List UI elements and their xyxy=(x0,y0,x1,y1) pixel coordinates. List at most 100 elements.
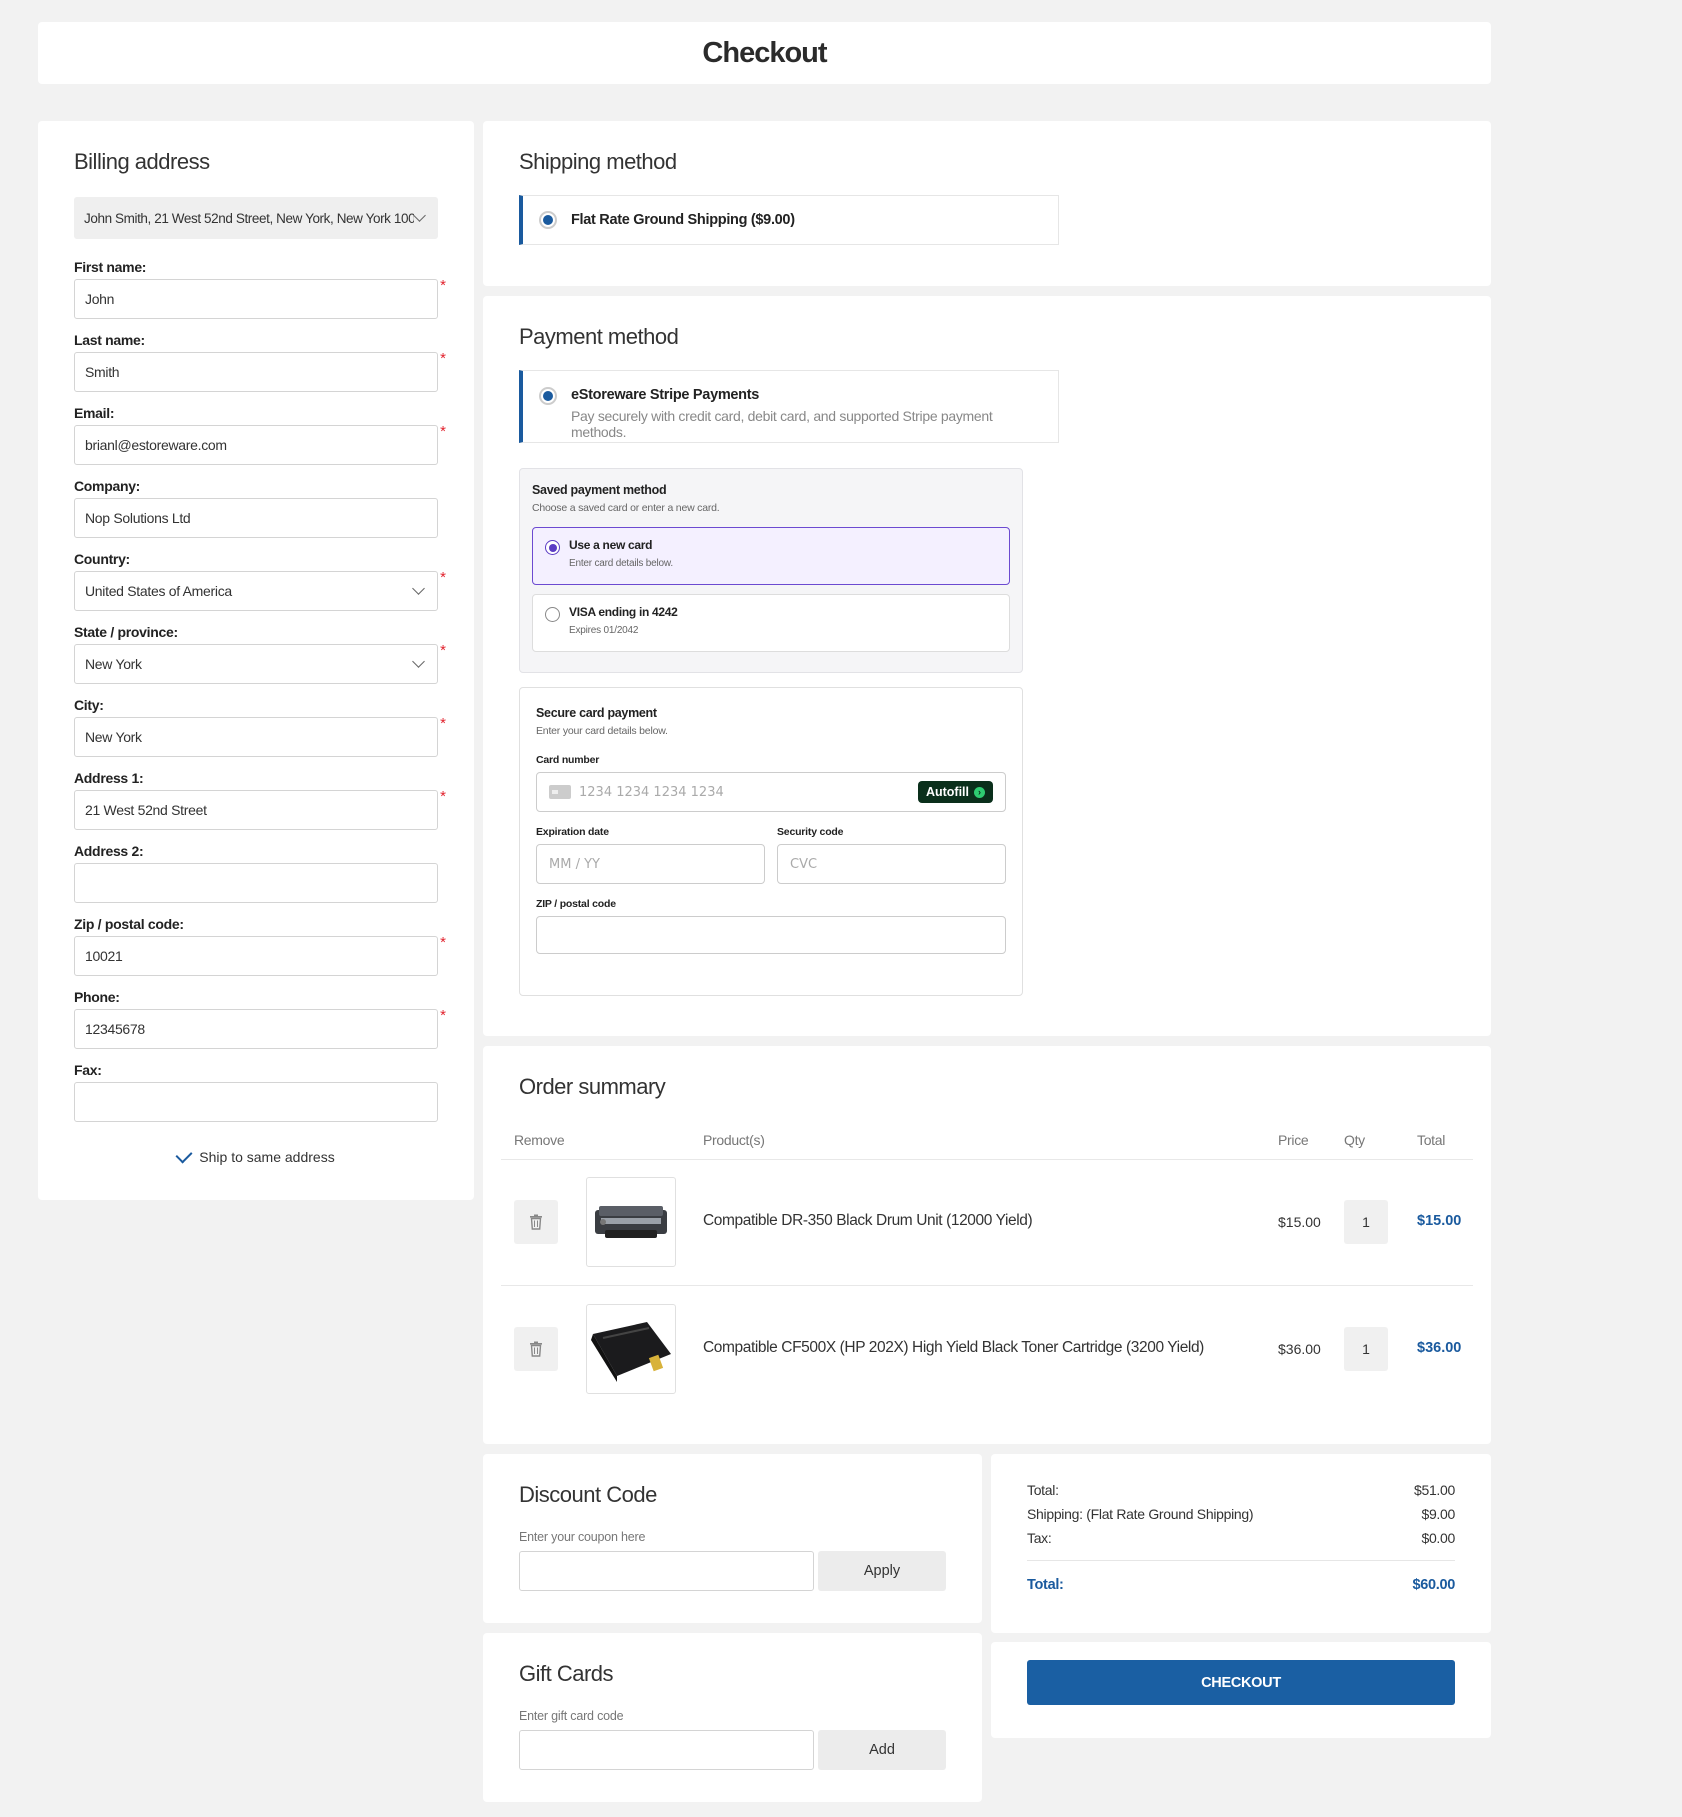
col-price: Price xyxy=(1278,1132,1309,1148)
last-name-input[interactable]: Smith xyxy=(74,352,438,392)
coupon-input[interactable] xyxy=(519,1551,814,1591)
security-code-input[interactable]: CVC xyxy=(777,844,1006,884)
secure-title: Secure card payment xyxy=(536,706,657,720)
city-value: New York xyxy=(85,729,142,745)
subtotal-value: $51.00 xyxy=(1413,1482,1455,1498)
autofill-button[interactable]: Autofill › xyxy=(917,781,993,803)
radio-selected-icon[interactable] xyxy=(545,540,560,555)
required-marker: * xyxy=(440,569,446,586)
shipping-option[interactable]: Flat Rate Ground Shipping ($9.00) xyxy=(519,195,1059,245)
required-marker: * xyxy=(440,350,446,367)
credit-card-icon xyxy=(549,785,571,799)
card-zip-input[interactable] xyxy=(536,916,1006,954)
address2-label: Address 2: xyxy=(74,843,144,859)
discount-hint: Enter your coupon here xyxy=(519,1530,646,1544)
first-name-label: First name: xyxy=(74,259,147,275)
order-summary-section: Order summary Remove Product(s) Price Qt… xyxy=(483,1046,1491,1444)
radio-unselected-icon[interactable] xyxy=(545,607,560,622)
radio-selected-icon[interactable] xyxy=(539,211,557,229)
company-field: Company: Nop Solutions Ltd xyxy=(74,478,438,538)
product-name[interactable]: Compatible DR-350 Black Drum Unit (12000… xyxy=(703,1212,1033,1230)
secure-subtitle: Enter your card details below. xyxy=(536,725,668,737)
address1-input[interactable]: 21 West 52nd Street xyxy=(74,790,438,830)
first-name-input[interactable]: John xyxy=(74,279,438,319)
payment-option-name: eStoreware Stripe Payments xyxy=(571,387,760,403)
billing-address-select[interactable]: John Smith, 21 West 52nd Street, New Yor… xyxy=(74,197,438,239)
order-summary-title: Order summary xyxy=(519,1074,666,1099)
quantity-input[interactable]: 1 xyxy=(1344,1200,1388,1244)
secure-card-panel: Secure card payment Enter your card deta… xyxy=(519,687,1023,996)
toner-cartridge-image xyxy=(591,1322,671,1382)
country-label: Country: xyxy=(74,551,130,567)
expiration-input[interactable]: MM / YY xyxy=(536,844,765,884)
product-total: $15.00 xyxy=(1417,1213,1462,1229)
payment-option[interactable]: eStoreware Stripe Payments Pay securely … xyxy=(519,370,1059,443)
phone-input[interactable]: 12345678 xyxy=(74,1009,438,1049)
company-label: Company: xyxy=(74,478,141,494)
checkout-button[interactable]: CHECKOUT xyxy=(1027,1660,1455,1705)
quantity-input[interactable]: 1 xyxy=(1344,1327,1388,1371)
fax-field: Fax: xyxy=(74,1062,438,1122)
visa-expiry: Expires 01/2042 xyxy=(569,625,639,636)
visa-card-option[interactable]: VISA ending in 4242 Expires 01/2042 xyxy=(532,594,1010,652)
subtotal-label: Total: xyxy=(1027,1482,1059,1498)
product-image[interactable] xyxy=(586,1177,676,1267)
company-value: Nop Solutions Ltd xyxy=(85,510,191,526)
radio-selected-icon[interactable] xyxy=(539,387,557,405)
card-number-label: Card number xyxy=(536,754,600,766)
visa-label: VISA ending in 4242 xyxy=(569,605,678,619)
grand-total-value: $60.00 xyxy=(1412,1577,1455,1593)
quantity-value: 1 xyxy=(1362,1214,1370,1230)
checkout-section: CHECKOUT xyxy=(991,1642,1491,1738)
ship-same-toggle[interactable]: Ship to same address xyxy=(38,1146,474,1165)
fax-label: Fax: xyxy=(74,1062,102,1078)
new-card-label: Use a new card xyxy=(569,538,653,552)
security-code-label: Security code xyxy=(777,826,844,838)
shipping-option-label: Flat Rate Ground Shipping ($9.00) xyxy=(571,212,795,228)
saved-subtitle: Choose a saved card or enter a new card. xyxy=(532,502,720,514)
remove-item-button[interactable] xyxy=(514,1200,558,1244)
gift-title: Gift Cards xyxy=(519,1661,614,1686)
apply-coupon-button[interactable]: Apply xyxy=(818,1551,946,1591)
address2-field: Address 2: xyxy=(74,843,438,903)
last-name-value: Smith xyxy=(85,364,120,380)
country-select[interactable]: United States of America xyxy=(74,571,438,611)
phone-label: Phone: xyxy=(74,989,120,1005)
zip-value: 10021 xyxy=(85,948,123,964)
zip-input[interactable]: 10021 xyxy=(74,936,438,976)
product-name[interactable]: Compatible CF500X (HP 202X) High Yield B… xyxy=(703,1339,1204,1357)
email-label: Email: xyxy=(74,405,115,421)
chevron-down-icon xyxy=(413,209,426,222)
gift-card-input[interactable] xyxy=(519,1730,814,1770)
chevron-down-icon xyxy=(412,655,425,668)
address1-field: Address 1: 21 West 52nd Street * xyxy=(74,770,446,830)
card-number-input[interactable]: 1234 1234 1234 1234 Autofill › xyxy=(536,772,1006,812)
email-input[interactable]: brianl@estoreware.com xyxy=(74,425,438,465)
city-field: City: New York * xyxy=(74,697,446,757)
state-select[interactable]: New York xyxy=(74,644,438,684)
order-totals: Total: $51.00 Shipping: (Flat Rate Ground… xyxy=(991,1454,1491,1633)
divider xyxy=(501,1285,1473,1286)
shipping-method-section: Shipping method Flat Rate Ground Shippin… xyxy=(483,121,1491,286)
address2-input[interactable] xyxy=(74,863,438,903)
state-value: New York xyxy=(85,656,142,672)
zip-label: Zip / postal code: xyxy=(74,916,184,932)
email-field: Email: brianl@estoreware.com * xyxy=(74,405,446,465)
payment-option-desc: Pay securely with credit card, debit car… xyxy=(571,408,993,440)
remove-item-button[interactable] xyxy=(514,1327,558,1371)
saved-payment-panel: Saved payment method Choose a saved card… xyxy=(519,468,1023,673)
product-image[interactable] xyxy=(586,1304,676,1394)
required-marker: * xyxy=(440,423,446,440)
add-gift-card-button[interactable]: Add xyxy=(818,1730,946,1770)
use-new-card-option[interactable]: Use a new card Enter card details below. xyxy=(532,527,1010,585)
discount-code-section: Discount Code Enter your coupon here App… xyxy=(483,1454,982,1623)
city-input[interactable]: New York xyxy=(74,717,438,757)
expiration-placeholder: MM / YY xyxy=(549,856,600,872)
shipping-value: $9.00 xyxy=(1421,1506,1455,1522)
first-name-field: First name: John * xyxy=(74,259,446,319)
state-label: State / province: xyxy=(74,624,178,640)
col-remove: Remove xyxy=(514,1132,565,1148)
billing-address-value: John Smith, 21 West 52nd Street, New Yor… xyxy=(84,210,414,226)
fax-input[interactable] xyxy=(74,1082,438,1122)
company-input[interactable]: Nop Solutions Ltd xyxy=(74,498,438,538)
